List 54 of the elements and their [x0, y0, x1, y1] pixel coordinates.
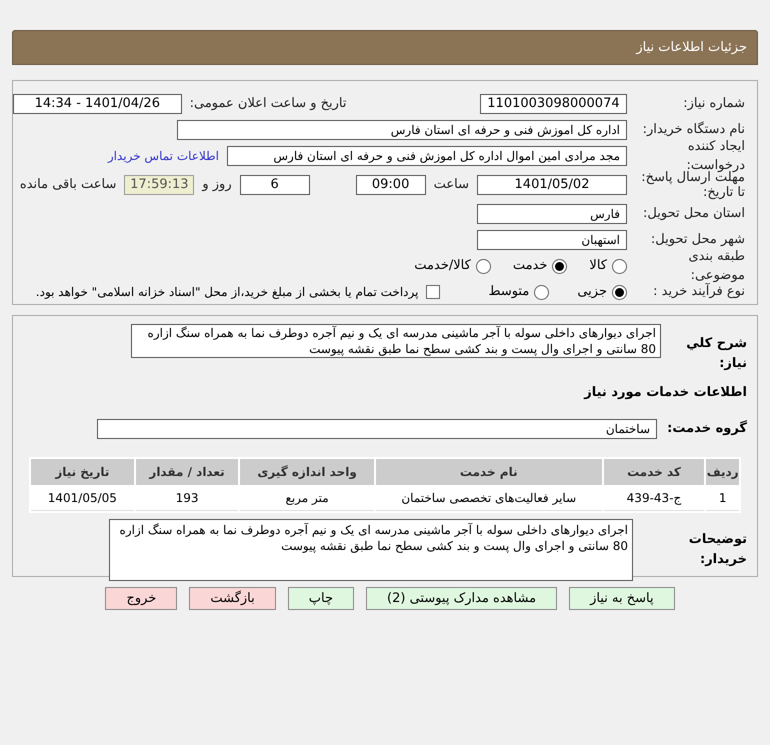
field-label: نام دستگاه خریدار:	[642, 120, 745, 140]
text-field[interactable]: 1401/04/26 - 14:34	[13, 94, 182, 114]
text-field[interactable]: مجد مرادی امین اموال اداره کل اموزش فنی و حرفه ای استان فارس	[227, 146, 627, 166]
text-field[interactable]: 1101003098000074	[480, 94, 627, 114]
text-field[interactable]: استهبان	[477, 230, 627, 250]
text-field[interactable]: 09:00	[356, 175, 426, 195]
column-header: واحد اندازه گیری	[240, 458, 374, 484]
action-button[interactable]: مشاهده مدارک پیوستی (2)	[366, 587, 558, 610]
field-label: تاریخ و ساعت اعلان عمومی:	[190, 95, 346, 114]
page-title: جزئیات اطلاعات نیاز	[636, 38, 747, 57]
section-title: اطلاعات خدمات مورد نیاز	[582, 384, 747, 402]
action-button[interactable]: پاسخ به نیاز	[569, 587, 675, 610]
radio-button[interactable]	[612, 258, 627, 274]
field-label: شماره نیاز:	[682, 95, 745, 114]
column-header: کد خدمت	[604, 458, 704, 484]
text-field[interactable]: ساختمان	[97, 418, 657, 438]
radio-button[interactable]	[476, 258, 491, 274]
field-label: گروه خدمت:	[667, 419, 747, 438]
contact-link[interactable]: اطلاعات تماس خریدار	[108, 147, 219, 165]
notes-field: اجرای دیوارهای داخلی سوله با آجر ماشینی مدرسه ای یک و نیم آجره دوطرف نما به همراه سنگ ازاره 80 سانتی و اجرای وال پست و بند کشی سطح نما طبق نقشه پیوست	[109, 518, 633, 580]
text-field[interactable]: 1401/05/02	[477, 175, 627, 195]
text-field[interactable]: 6	[240, 175, 310, 195]
option-label: متوسط	[488, 283, 530, 302]
summary-field: اجرای دیوارهای داخلی سوله با آجر ماشینی مدرسه ای یک و نیم آجره دوطرف نما به همراه سنگ ازاره 80 سانتی و اجرای وال پست و بند کشی سطح نما طبق نقشه پیوست	[131, 324, 661, 358]
field-label: ساعت	[434, 176, 469, 194]
option-label: کالا/خدمت	[414, 257, 471, 276]
text-field[interactable]: فارس	[477, 204, 627, 224]
checkbox-label: پرداخت تمام یا بخشی از مبلغ خرید،از محل "اسناد خزانه اسلامی" خواهد بود.	[36, 284, 418, 301]
column-header: تعداد / مقدار	[136, 458, 238, 484]
text-field[interactable]: اداره کل اموزش فنی و حرفه ای استان فارس	[177, 120, 627, 140]
field-label: مهلت ارسال پاسخ: تا تاریخ:	[640, 170, 745, 200]
field-label: شهر محل تحویل:	[650, 231, 745, 250]
checkbox[interactable]	[426, 285, 440, 299]
field-label: طبقه بندی موضوعی:	[688, 248, 745, 283]
option-label: خدمت	[512, 257, 548, 276]
column-header: تاریخ نیاز	[31, 458, 134, 484]
countdown-field: 17:59:13	[124, 175, 194, 195]
action-button[interactable]: خروج	[105, 587, 178, 610]
field-label: روز و	[202, 176, 232, 194]
option-label: جزیی	[577, 283, 607, 302]
option-label: کالا	[589, 257, 607, 276]
field-label: شرح کلي نياز:	[685, 335, 747, 372]
field-label: ساعت باقی مانده	[20, 176, 116, 194]
field-label: استان محل تحویل:	[642, 205, 745, 224]
radio-button[interactable]	[612, 284, 627, 300]
field-label: ایجاد کننده درخواست:	[686, 138, 745, 173]
column-header: ردیف	[706, 458, 739, 484]
field-label: توضیحات خریدار:	[688, 531, 747, 568]
action-button[interactable]: چاپ	[288, 587, 354, 610]
radio-button[interactable]	[552, 258, 568, 274]
action-button[interactable]: بازگشت	[189, 587, 276, 610]
column-header: نام خدمت	[376, 458, 602, 484]
radio-button[interactable]	[534, 284, 550, 300]
field-label: نوع فرآیند خرید :	[652, 282, 745, 302]
